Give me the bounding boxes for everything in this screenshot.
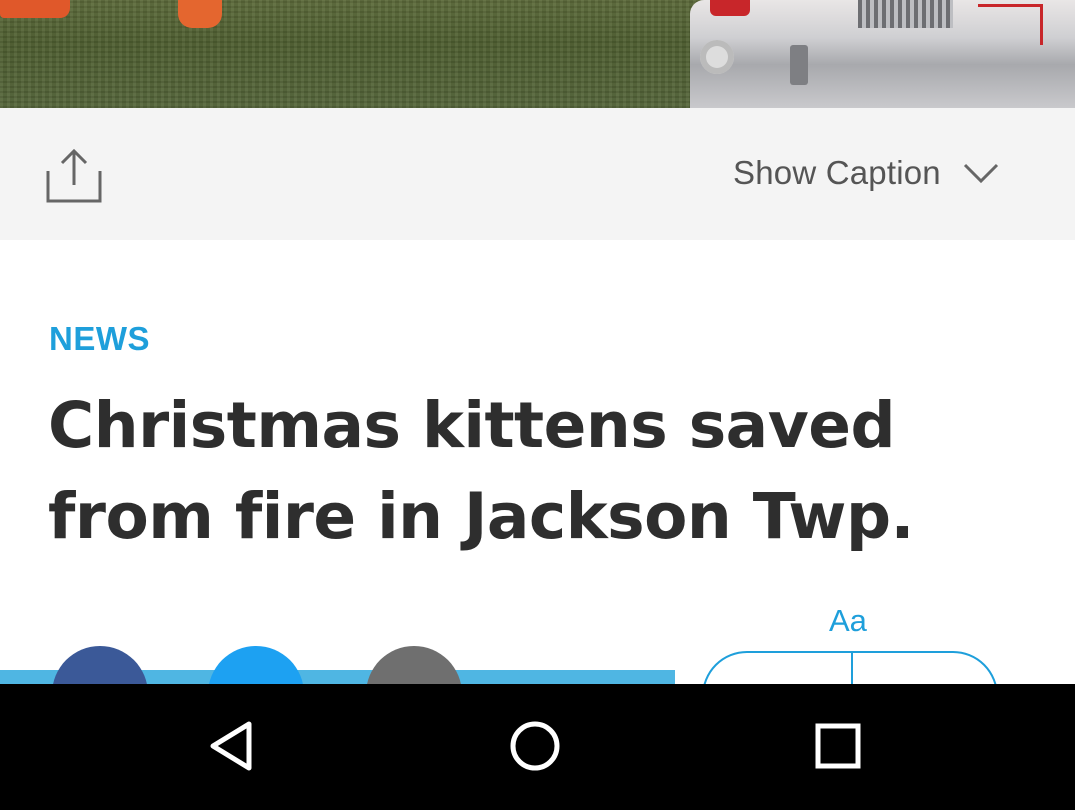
chevron-down-icon [963, 163, 998, 184]
recents-button[interactable] [798, 706, 878, 786]
photo-truck-lights [700, 40, 734, 74]
system-navigation-bar [0, 684, 1075, 810]
article-headline: Christmas kittens saved from fire in Jac… [48, 389, 915, 553]
show-caption-toggle[interactable]: Show Caption [733, 150, 1001, 196]
photo-truck-red-light [710, 0, 750, 16]
home-circle-icon [510, 721, 560, 771]
back-triangle-icon [210, 721, 252, 771]
home-button[interactable] [495, 706, 575, 786]
font-size-label: Aa [829, 603, 867, 638]
photo-orange-object [178, 0, 222, 28]
photo-orange-object [0, 0, 70, 18]
show-caption-label: Show Caption [733, 154, 941, 191]
back-button[interactable] [192, 706, 272, 786]
share-button[interactable] [42, 145, 106, 205]
photo-truck-grille [858, 0, 953, 28]
article-photo[interactable] [0, 0, 1075, 108]
share-icon [46, 148, 102, 203]
photo-truck-slot [790, 45, 808, 85]
section-label[interactable]: NEWS [49, 320, 150, 358]
photo-truck-red-trim [978, 4, 1043, 45]
recents-square-icon [815, 723, 861, 769]
